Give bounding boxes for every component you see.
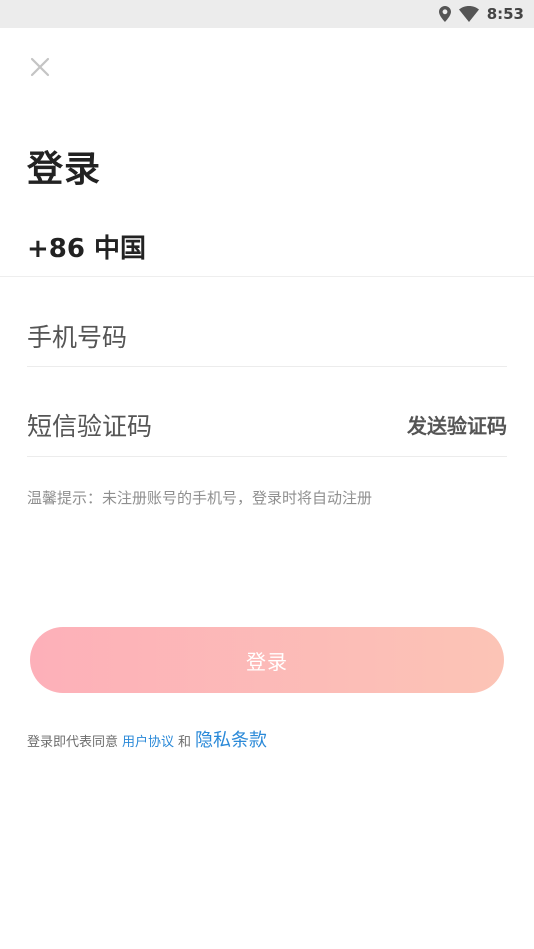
phone-field-container: [27, 308, 507, 367]
send-code-button[interactable]: 发送验证码: [407, 410, 507, 439]
login-sheet: 登录 +86 中国 发送验证码 温馨提示：未注册账号的手机号，登录时将自动注册 …: [0, 28, 534, 949]
location-icon: [438, 6, 451, 22]
divider: [0, 276, 534, 277]
status-icons: 8:53: [438, 4, 524, 24]
code-field-container: 发送验证码: [27, 396, 507, 457]
privacy-policy-link[interactable]: 隐私条款: [195, 726, 267, 752]
phone-input[interactable]: [27, 308, 367, 366]
registration-tip: 温馨提示：未注册账号的手机号，登录时将自动注册: [27, 489, 373, 507]
agreement-prefix: 登录即代表同意: [27, 735, 119, 750]
close-button[interactable]: [27, 54, 53, 80]
status-time: 8:53: [486, 5, 524, 23]
close-icon: [30, 57, 50, 77]
country-code-selector[interactable]: +86 中国: [27, 228, 146, 265]
agreement-and: 和: [178, 735, 192, 750]
sms-code-input[interactable]: [27, 396, 367, 456]
login-button[interactable]: 登录: [30, 627, 504, 693]
agreement-text: 登录即代表同意 用户协议 和 隐私条款: [27, 726, 267, 752]
status-bar: 8:53: [0, 0, 534, 28]
user-agreement-link[interactable]: 用户协议: [122, 731, 174, 750]
page-title: 登录: [27, 149, 102, 190]
wifi-icon: [458, 6, 479, 22]
